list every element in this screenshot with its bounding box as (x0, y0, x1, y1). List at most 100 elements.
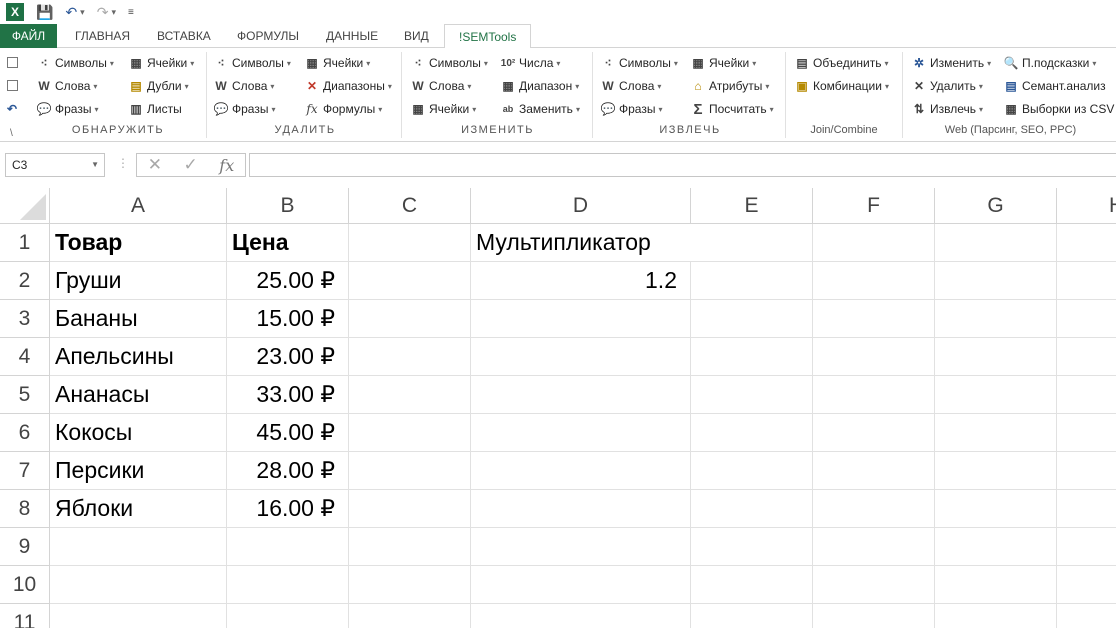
cell-a6[interactable]: Кокосы (50, 414, 227, 452)
cell-h4[interactable] (1057, 338, 1116, 376)
cell-g1[interactable] (935, 224, 1057, 262)
row-header[interactable]: 1 (0, 224, 50, 262)
cell-g11[interactable] (935, 604, 1057, 628)
cell-a11[interactable] (50, 604, 227, 628)
cell-c4[interactable] (349, 338, 471, 376)
cell-a5[interactable]: Ананасы (50, 376, 227, 414)
cell-b3[interactable]: 15.00 ₽ (227, 300, 349, 338)
cell-a3[interactable]: Бананы (50, 300, 227, 338)
cell-f10[interactable] (813, 566, 935, 604)
udalit-ranges-button[interactable]: ✕ Диапазоны ▾ (304, 77, 392, 95)
cell-g2[interactable] (935, 262, 1057, 300)
cell-d10[interactable] (471, 566, 691, 604)
cell-b1[interactable]: Цена (227, 224, 349, 262)
cell-g4[interactable] (935, 338, 1057, 376)
izmenit-words-button[interactable]: W Слова ▾ (410, 77, 471, 95)
cell-b5[interactable]: 33.00 ₽ (227, 376, 349, 414)
checkbox-2[interactable] (7, 80, 18, 91)
column-header-e[interactable]: E (691, 188, 813, 224)
cell-f5[interactable] (813, 376, 935, 414)
udalit-formulas-button[interactable]: fx Формулы ▾ (304, 100, 382, 118)
web-csv-button[interactable]: ▦ Выборки из CSV (1003, 100, 1114, 118)
cell-e8[interactable] (691, 490, 813, 528)
redo-icon[interactable]: ↷ (97, 4, 109, 21)
web-change-button[interactable]: ✲ Изменить ▾ (911, 54, 991, 72)
cell-a7[interactable]: Персики (50, 452, 227, 490)
cell-f8[interactable] (813, 490, 935, 528)
cell-h8[interactable] (1057, 490, 1116, 528)
formula-input[interactable] (249, 153, 1116, 177)
cell-f9[interactable] (813, 528, 935, 566)
cell-g5[interactable] (935, 376, 1057, 414)
cell-c3[interactable] (349, 300, 471, 338)
web-suggest-button[interactable]: 🔍 П.подсказки ▾ (1003, 54, 1097, 72)
cell-a8[interactable]: Яблоки (50, 490, 227, 528)
cell-b11[interactable] (227, 604, 349, 628)
save-icon[interactable]: 💾 (36, 4, 53, 21)
izmenit-symbols-button[interactable]: ⁖ Символы ▾ (410, 54, 487, 72)
cell-g3[interactable] (935, 300, 1057, 338)
cell-h1[interactable] (1057, 224, 1116, 262)
cell-a9[interactable] (50, 528, 227, 566)
row-header[interactable]: 4 (0, 338, 50, 376)
cell-e6[interactable] (691, 414, 813, 452)
row-header[interactable]: 5 (0, 376, 50, 414)
cell-c2[interactable] (349, 262, 471, 300)
udalit-phrases-button[interactable]: 💬 Фразы ▾ (213, 100, 276, 118)
chevron-down-icon[interactable]: ▼ (91, 160, 99, 169)
cell-a1[interactable]: Товар (50, 224, 227, 262)
cell-b10[interactable] (227, 566, 349, 604)
row-header[interactable]: 2 (0, 262, 50, 300)
cell-d8[interactable] (471, 490, 691, 528)
cell-h3[interactable] (1057, 300, 1116, 338)
row-header[interactable]: 7 (0, 452, 50, 490)
cell-b7[interactable]: 28.00 ₽ (227, 452, 349, 490)
cell-b8[interactable]: 16.00 ₽ (227, 490, 349, 528)
cell-b9[interactable] (227, 528, 349, 566)
cell-d6[interactable] (471, 414, 691, 452)
cell-h2[interactable] (1057, 262, 1116, 300)
cell-c1[interactable] (349, 224, 471, 262)
cell-f4[interactable] (813, 338, 935, 376)
cell-d1[interactable]: Мультипликатор (471, 224, 691, 262)
cell-h5[interactable] (1057, 376, 1116, 414)
cell-f3[interactable] (813, 300, 935, 338)
obnaruzhit-symbols-button[interactable]: ⁖ Символы ▾ (36, 54, 113, 72)
obnaruzhit-sheets-button[interactable]: ▥ Листы (128, 100, 181, 118)
cell-d7[interactable] (471, 452, 691, 490)
cell-b6[interactable]: 45.00 ₽ (227, 414, 349, 452)
cell-c5[interactable] (349, 376, 471, 414)
cell-e10[interactable] (691, 566, 813, 604)
column-header-g[interactable]: G (935, 188, 1057, 224)
name-box[interactable]: C3 ▼ (5, 153, 105, 177)
udalit-words-button[interactable]: W Слова ▾ (213, 77, 274, 95)
redo-dropdown-icon[interactable]: ▾ (111, 7, 116, 18)
cell-a10[interactable] (50, 566, 227, 604)
column-header-b[interactable]: B (227, 188, 349, 224)
row-header[interactable]: 11 (0, 604, 50, 628)
cancel-icon[interactable]: ✕ (148, 155, 162, 175)
tab-data[interactable]: ДАННЫЕ (326, 24, 378, 48)
izvlech-cells-button[interactable]: ▦ Ячейки ▾ (690, 54, 756, 72)
cell-h7[interactable] (1057, 452, 1116, 490)
cell-h11[interactable] (1057, 604, 1116, 628)
cell-g8[interactable] (935, 490, 1057, 528)
tab-home[interactable]: ГЛАВНАЯ (75, 24, 130, 48)
tab-view[interactable]: ВИД (404, 24, 429, 48)
cell-d11[interactable] (471, 604, 691, 628)
column-header-a[interactable]: A (50, 188, 227, 224)
cell-a4[interactable]: Апельсины (50, 338, 227, 376)
udalit-cells-button[interactable]: ▦ Ячейки ▾ (304, 54, 370, 72)
undo-small-icon[interactable]: ↶ (4, 100, 23, 118)
izvlech-attributes-button[interactable]: ⌂ Атрибуты ▾ (690, 77, 769, 95)
cell-a2[interactable]: Груши (50, 262, 227, 300)
cell-e2[interactable] (691, 262, 813, 300)
row-header[interactable]: 8 (0, 490, 50, 528)
web-delete-button[interactable]: ✕ Удалить ▾ (911, 77, 983, 95)
cell-e4[interactable] (691, 338, 813, 376)
web-semantic-button[interactable]: ▤ Семант.анализ (1003, 77, 1105, 95)
checkbox-1[interactable] (7, 57, 18, 68)
cell-f7[interactable] (813, 452, 935, 490)
cell-e3[interactable] (691, 300, 813, 338)
izmenit-replace-button[interactable]: ab Заменить ▾ (500, 100, 580, 118)
